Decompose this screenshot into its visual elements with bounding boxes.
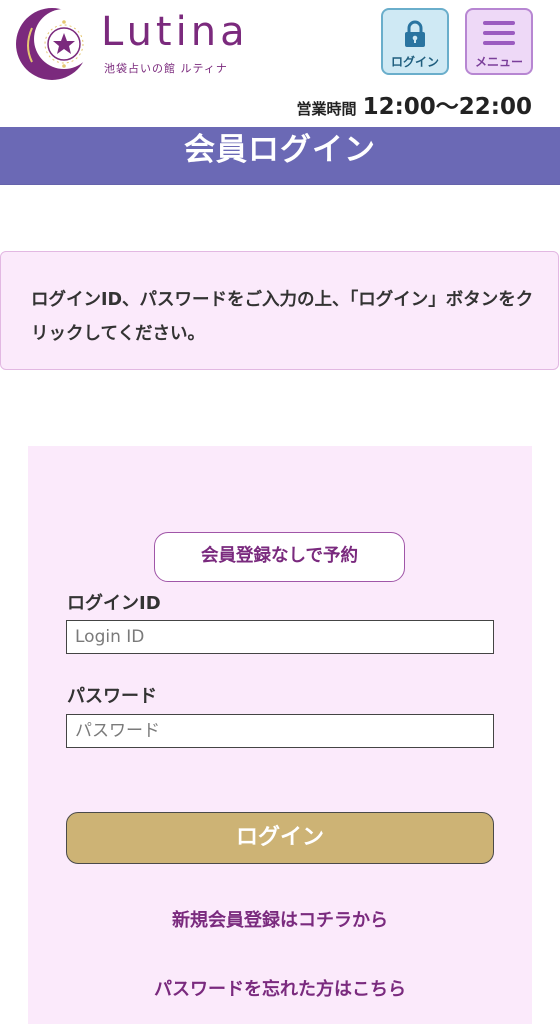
business-hours-label: 営業時間 <box>296 100 357 118</box>
login-id-input[interactable] <box>66 620 494 654</box>
login-id-label: ログインID <box>67 593 161 614</box>
logo-subtitle: 池袋占いの館 ルティナ <box>104 62 228 75</box>
header-login-label: ログイン <box>390 55 439 69</box>
register-link[interactable]: 新規会員登録はコチラから <box>28 906 532 932</box>
header-login-button[interactable]: ログイン <box>381 8 449 75</box>
logo-name: Lutina <box>101 9 249 55</box>
guest-reservation-button[interactable]: 会員登録なしで予約 <box>154 532 405 582</box>
login-form-panel: 会員登録なしで予約 ログインID パスワード ログイン 新規会員登録はコチラから… <box>28 446 532 1024</box>
hamburger-icon <box>483 21 515 45</box>
header-menu-label: メニュー <box>474 55 523 69</box>
login-instructions: ログインID、パスワードをご入力の上、「ログイン」ボタンをクリックしてください。 <box>0 251 559 370</box>
site-header: Lutina 池袋占いの館 ルティナ ログイン メニュー 営業時間 12:00〜2… <box>0 0 560 127</box>
business-hours: 営業時間 12:00〜22:00 <box>297 87 532 121</box>
page-title-bar: 会員ログイン <box>0 127 560 185</box>
password-input[interactable] <box>66 714 494 748</box>
lock-icon <box>405 20 425 47</box>
business-hours-value: 12:00〜22:00 <box>362 94 532 120</box>
forgot-password-link[interactable]: パスワードを忘れた方はこちら <box>28 975 532 1001</box>
login-submit-button[interactable]: ログイン <box>66 812 494 864</box>
page-title: 会員ログイン <box>184 132 376 168</box>
password-label: パスワード <box>67 686 157 707</box>
crescent-moon-star-icon <box>16 8 90 80</box>
site-logo[interactable]: Lutina 池袋占いの館 ルティナ <box>14 6 245 84</box>
header-menu-button[interactable]: メニュー <box>465 8 533 75</box>
